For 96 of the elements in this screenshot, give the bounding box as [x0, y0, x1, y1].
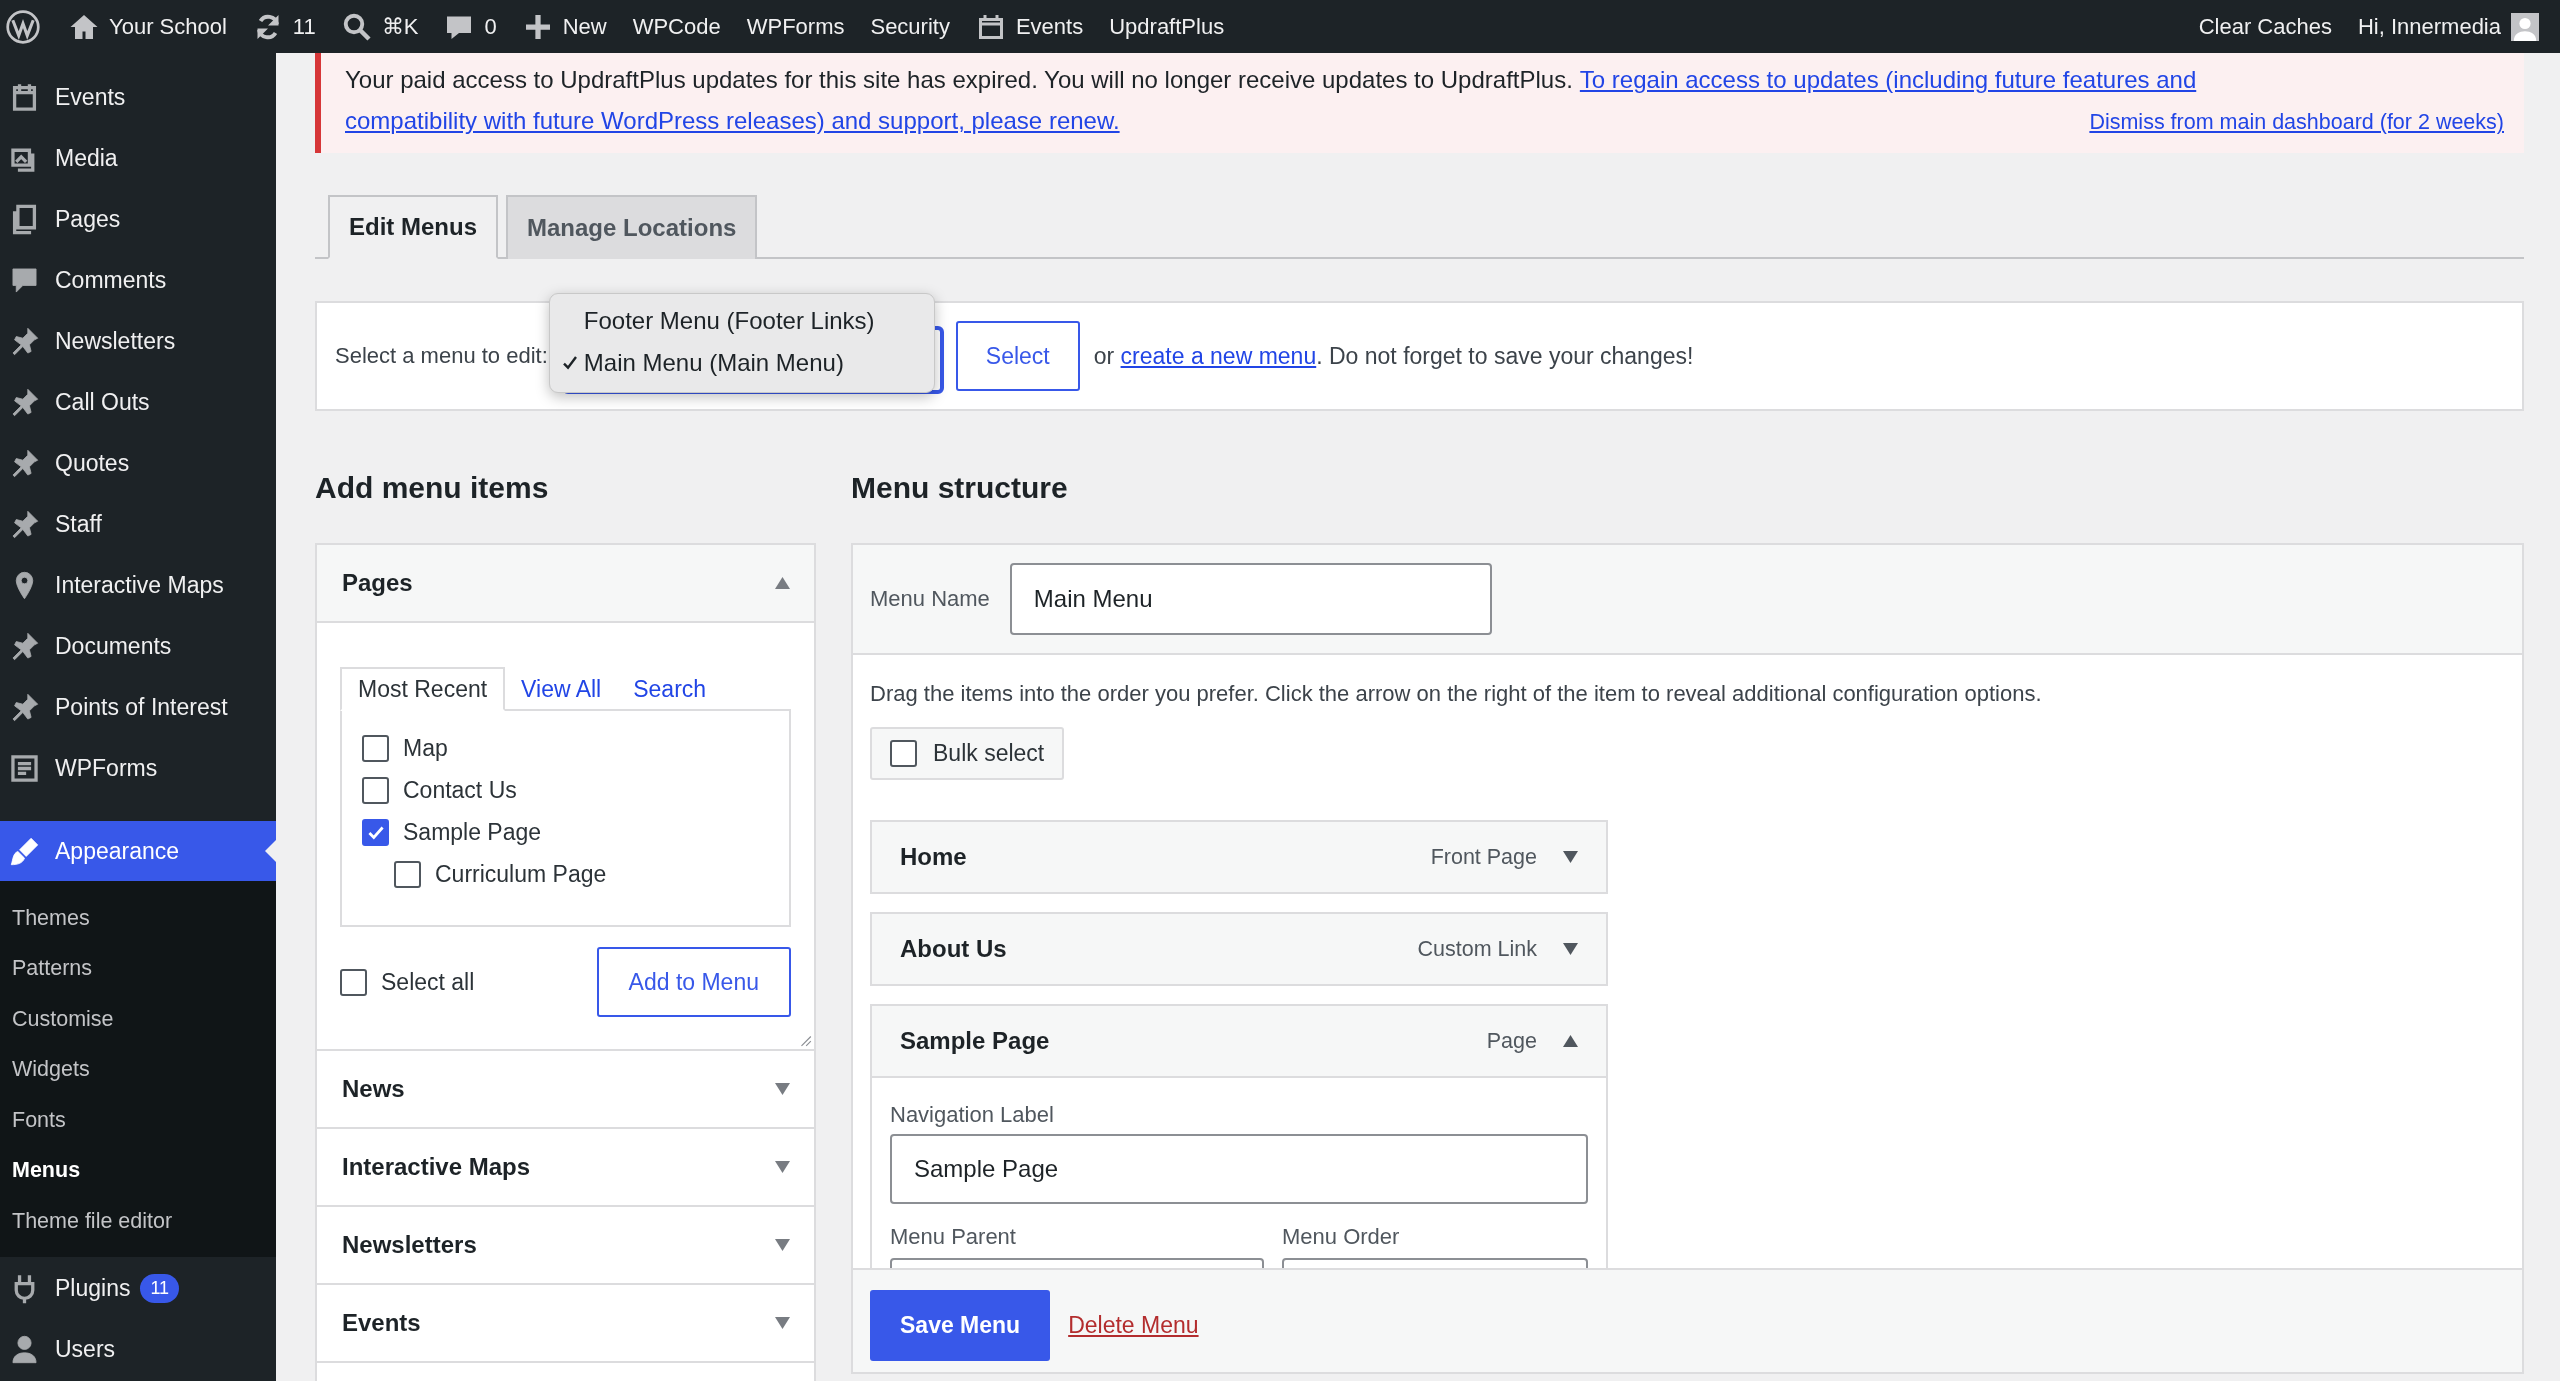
- menu-item-bar[interactable]: Home Front Page: [870, 820, 1608, 894]
- checkbox[interactable]: [362, 777, 389, 804]
- page-checkbox[interactable]: Curriculum Page: [362, 861, 769, 888]
- toolbar-link[interactable]: UpdraftPlus: [1096, 0, 1238, 53]
- section-heading: Add menu items: [315, 471, 550, 506]
- expand-arrow-icon: [775, 1239, 790, 1251]
- field-label: Navigation Label: [890, 1102, 1055, 1128]
- select-all-checkbox[interactable]: Select all: [340, 968, 475, 996]
- field-label: Menu Parent: [890, 1224, 1017, 1250]
- tab[interactable]: Manage Locations: [506, 195, 758, 259]
- renew-link[interactable]: To regain access to updates (including future features and: [1579, 59, 2197, 100]
- toolbar-calendar-link[interactable]: Events: [962, 0, 1097, 53]
- toolbar-home-link[interactable]: Your School: [56, 0, 240, 53]
- save-menu-button[interactable]: Save Menu: [870, 1290, 1051, 1361]
- page-checkbox[interactable]: Map: [362, 735, 769, 762]
- notice-message: Your paid access to UpdraftPlus updates for this site has expired. You will no longer receive updates to UpdraftPlus.: [345, 65, 1573, 95]
- submenu-item[interactable]: Patterns: [0, 943, 276, 994]
- count-badge: 11: [140, 1273, 180, 1303]
- toolbar-link[interactable]: WPCode: [619, 0, 734, 53]
- sidebar-item[interactable]: Events: [0, 67, 276, 128]
- sidebar-item[interactable]: Documents: [0, 616, 276, 677]
- submenu-item[interactable]: Menus: [0, 1145, 276, 1196]
- toolbar-link[interactable]: Security: [857, 0, 963, 53]
- submenu-item[interactable]: Theme file editor: [0, 1196, 276, 1247]
- renew-link[interactable]: compatibility with future WordPress releases) and support, please renew.: [345, 100, 1120, 141]
- search-icon: [341, 11, 372, 42]
- section-heading: Menu structure: [851, 471, 1069, 506]
- menu-name-field[interactable]: Main Menu: [1009, 563, 1492, 635]
- forms-icon: [8, 752, 41, 785]
- tab[interactable]: Search: [617, 669, 723, 709]
- select-button[interactable]: Select: [955, 321, 1080, 391]
- menu-item-title: Home: [900, 843, 968, 871]
- checkbox[interactable]: [362, 819, 389, 846]
- sidebar-item[interactable]: Comments: [0, 250, 276, 311]
- expand-arrow-icon: [775, 1083, 790, 1095]
- dismiss-link[interactable]: Dismiss from main dashboard (for 2 weeks): [2089, 102, 2504, 143]
- wordpress-logo-icon[interactable]: [6, 9, 40, 44]
- page-checkbox[interactable]: Sample Page: [362, 819, 769, 846]
- sidebar-item[interactable]: Quotes: [0, 433, 276, 494]
- dropdown-option[interactable]: Footer Menu (Footer Links): [549, 300, 934, 342]
- sidebar-item[interactable]: Points of Interest: [0, 677, 276, 738]
- menu-item-type: Front Page: [1430, 844, 1537, 870]
- field-label: Menu Order: [1282, 1224, 1401, 1250]
- toolbar-new-link[interactable]: New: [509, 0, 620, 53]
- toolbar-updates-link[interactable]: 11: [239, 0, 329, 53]
- sidebar-item[interactable]: Newsletters: [0, 311, 276, 372]
- delete-menu-link[interactable]: Delete Menu: [1068, 1312, 1199, 1339]
- sidebar-item[interactable]: WPForms: [0, 738, 276, 799]
- field-label: Menu Name: [870, 586, 990, 612]
- sidebar-item[interactable]: Staff: [0, 494, 276, 555]
- tab[interactable]: Most Recent: [340, 667, 506, 711]
- checkbox[interactable]: [340, 968, 367, 996]
- collapse-arrow-icon[interactable]: [1563, 1035, 1578, 1047]
- menu-item-type: Custom Link: [1417, 936, 1537, 962]
- navigation-label-field[interactable]: Sample Page: [890, 1134, 1588, 1204]
- tab[interactable]: View All: [505, 669, 618, 709]
- sidebar-item[interactable]: Call Outs: [0, 372, 276, 433]
- sidebar-item[interactable]: Appearance: [0, 821, 276, 881]
- checkbox[interactable]: [394, 861, 421, 888]
- expand-arrow-icon: [775, 1317, 790, 1329]
- accordion-header[interactable]: Pages: [317, 545, 814, 623]
- account-link[interactable]: Hi, Innermedia: [2344, 0, 2552, 53]
- submenu-item[interactable]: Themes: [0, 893, 276, 944]
- toolbar-search-link[interactable]: ⌘K: [328, 0, 432, 53]
- instructions-text: Drag the items into the order you prefer. Click the arrow on the right of the item to reveal additional configuration options.: [870, 681, 2043, 707]
- menu-item-bar[interactable]: Sample Page Page: [870, 1004, 1608, 1078]
- submenu-item[interactable]: Fonts: [0, 1095, 276, 1146]
- sidebar-item[interactable]: Plugins 11: [0, 1257, 276, 1319]
- add-to-menu-button[interactable]: Add to Menu: [596, 947, 791, 1017]
- select-label: Select a menu to edit:: [335, 343, 548, 369]
- sidebar-item[interactable]: Pages: [0, 189, 276, 250]
- bulk-select-button[interactable]: Bulk select: [870, 727, 1065, 780]
- expand-arrow-icon: [775, 1161, 790, 1173]
- submenu-item[interactable]: Widgets: [0, 1044, 276, 1095]
- resize-handle-icon[interactable]: [798, 1033, 812, 1047]
- sidebar-item[interactable]: Users: [0, 1318, 276, 1380]
- toolbar-comments-link[interactable]: 0: [431, 0, 510, 53]
- collapse-arrow-icon: [775, 577, 790, 589]
- create-menu-link[interactable]: create a new menu: [1120, 342, 1317, 369]
- menu-item-bar[interactable]: About Us Custom Link: [870, 912, 1608, 986]
- sidebar-item[interactable]: Interactive Maps: [0, 555, 276, 616]
- submenu-item[interactable]: Customise: [0, 994, 276, 1045]
- expand-arrow-icon[interactable]: [1563, 943, 1578, 955]
- page-checkbox[interactable]: Contact Us: [362, 777, 769, 804]
- expand-arrow-icon[interactable]: [1563, 851, 1578, 863]
- checkbox[interactable]: [362, 735, 389, 762]
- select-note: or create a new menu. Do not forget to save your changes!: [1093, 342, 1694, 370]
- menu-item-title: Sample Page: [900, 1027, 1051, 1055]
- sidebar-item[interactable]: Media: [0, 128, 276, 189]
- tab[interactable]: Edit Menus: [328, 195, 498, 259]
- menu-item-type: Page: [1486, 1028, 1537, 1054]
- dropdown-option[interactable]: Main Menu (Main Menu): [549, 342, 934, 384]
- toolbar-link[interactable]: WPForms: [733, 0, 858, 53]
- avatar-icon: [2511, 12, 2539, 41]
- toolbar-link[interactable]: Clear Caches: [2185, 0, 2345, 53]
- menu-item-title: About Us: [900, 935, 1008, 963]
